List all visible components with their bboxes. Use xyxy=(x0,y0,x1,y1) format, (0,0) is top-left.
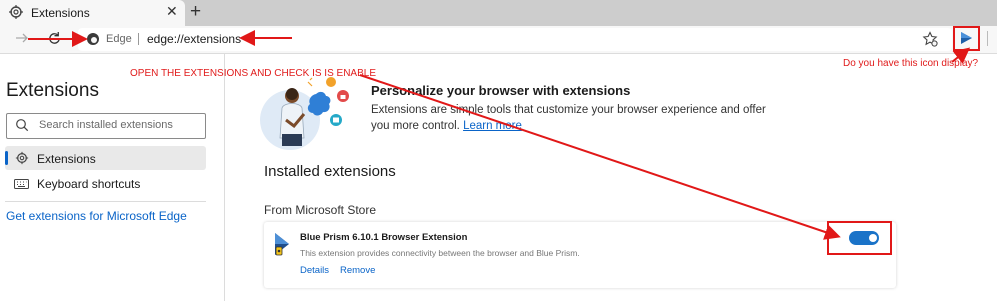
arrow-to-toggle xyxy=(359,74,841,240)
arrow-to-icon xyxy=(951,47,971,64)
annotation-arrows xyxy=(28,30,971,240)
